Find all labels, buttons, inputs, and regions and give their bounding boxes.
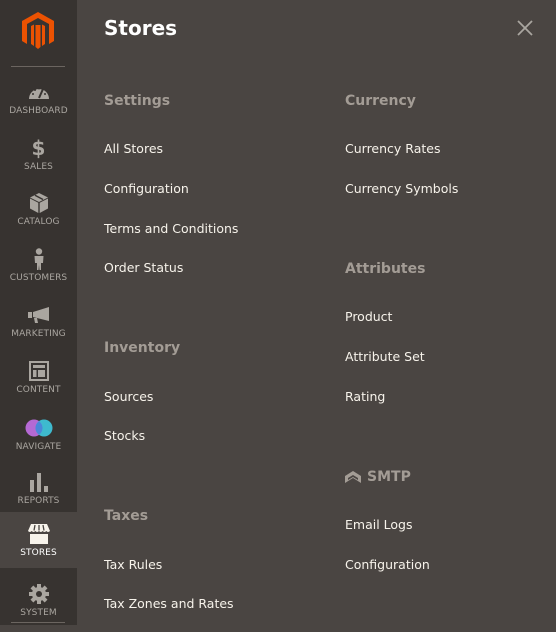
smtp-title-text: SMTP xyxy=(367,469,411,485)
logo-divider xyxy=(11,66,65,67)
link-attribute-set[interactable]: Attribute Set xyxy=(345,349,425,364)
storefront-icon xyxy=(27,524,50,544)
nav-system[interactable]: SYSTEM xyxy=(0,576,77,632)
admin-sidebar: DASHBOARD $ SALES CATALOG CUSTOMERS MARK… xyxy=(0,0,77,625)
nav-sales[interactable]: $ SALES xyxy=(0,130,77,186)
megaphone-icon xyxy=(27,307,49,323)
navigate-icon xyxy=(25,419,52,437)
nav-stores[interactable]: STORES xyxy=(0,512,77,568)
link-all-stores[interactable]: All Stores xyxy=(104,141,163,156)
box-icon xyxy=(29,193,48,213)
link-tax-rules[interactable]: Tax Rules xyxy=(104,557,162,572)
nav-sales-label: SALES xyxy=(24,162,53,172)
link-order-status[interactable]: Order Status xyxy=(104,260,183,275)
section-attributes-title: Attributes xyxy=(345,261,426,277)
nav-dashboard-label: DASHBOARD xyxy=(9,106,68,116)
nav-customers-label: CUSTOMERS xyxy=(9,273,68,283)
close-icon[interactable] xyxy=(514,17,536,39)
link-currency-rates[interactable]: Currency Rates xyxy=(345,141,440,156)
sidebar-bottom-divider xyxy=(11,622,65,623)
section-inventory-title: Inventory xyxy=(104,340,181,356)
person-icon xyxy=(34,248,43,270)
magento-logo-icon[interactable] xyxy=(22,12,54,50)
smtp-chevron-icon xyxy=(345,471,361,483)
gear-icon xyxy=(28,584,49,604)
dashboard-icon xyxy=(28,87,49,99)
link-product[interactable]: Product xyxy=(345,309,392,324)
link-smtp-configuration[interactable]: Configuration xyxy=(345,557,430,572)
link-rating[interactable]: Rating xyxy=(345,389,385,404)
nav-dashboard[interactable]: DASHBOARD xyxy=(0,74,77,130)
nav-reports-label: REPORTS xyxy=(17,496,60,506)
nav-marketing-label: MARKETING xyxy=(11,329,66,339)
nav-customers[interactable]: CUSTOMERS xyxy=(0,241,77,297)
nav-navigate[interactable]: NAVIGATE xyxy=(0,410,77,466)
nav-navigate-label: NAVIGATE xyxy=(15,442,62,452)
dollar-icon: $ xyxy=(31,136,46,160)
link-stocks[interactable]: Stocks xyxy=(104,428,145,443)
section-currency-title: Currency xyxy=(345,93,416,109)
section-settings-title: Settings xyxy=(104,93,171,109)
section-taxes-title: Taxes xyxy=(104,508,149,524)
link-sources[interactable]: Sources xyxy=(104,389,153,404)
panel-title: Stores xyxy=(104,16,178,40)
bar-chart-icon xyxy=(29,473,48,492)
link-tax-zones-and-rates[interactable]: Tax Zones and Rates xyxy=(104,596,234,611)
layout-icon xyxy=(28,361,49,381)
nav-content-label: CONTENT xyxy=(16,385,61,395)
link-currency-symbols[interactable]: Currency Symbols xyxy=(345,181,458,196)
nav-catalog[interactable]: CATALOG xyxy=(0,185,77,241)
link-terms-and-conditions[interactable]: Terms and Conditions xyxy=(104,221,238,236)
nav-marketing[interactable]: MARKETING xyxy=(0,297,77,353)
link-configuration[interactable]: Configuration xyxy=(104,181,189,196)
nav-system-label: SYSTEM xyxy=(20,608,57,618)
nav-stores-label: STORES xyxy=(20,548,57,558)
nav-content[interactable]: CONTENT xyxy=(0,353,77,409)
section-smtp-title: SMTP xyxy=(345,469,411,485)
nav-catalog-label: CATALOG xyxy=(17,217,60,227)
link-email-logs[interactable]: Email Logs xyxy=(345,517,413,532)
